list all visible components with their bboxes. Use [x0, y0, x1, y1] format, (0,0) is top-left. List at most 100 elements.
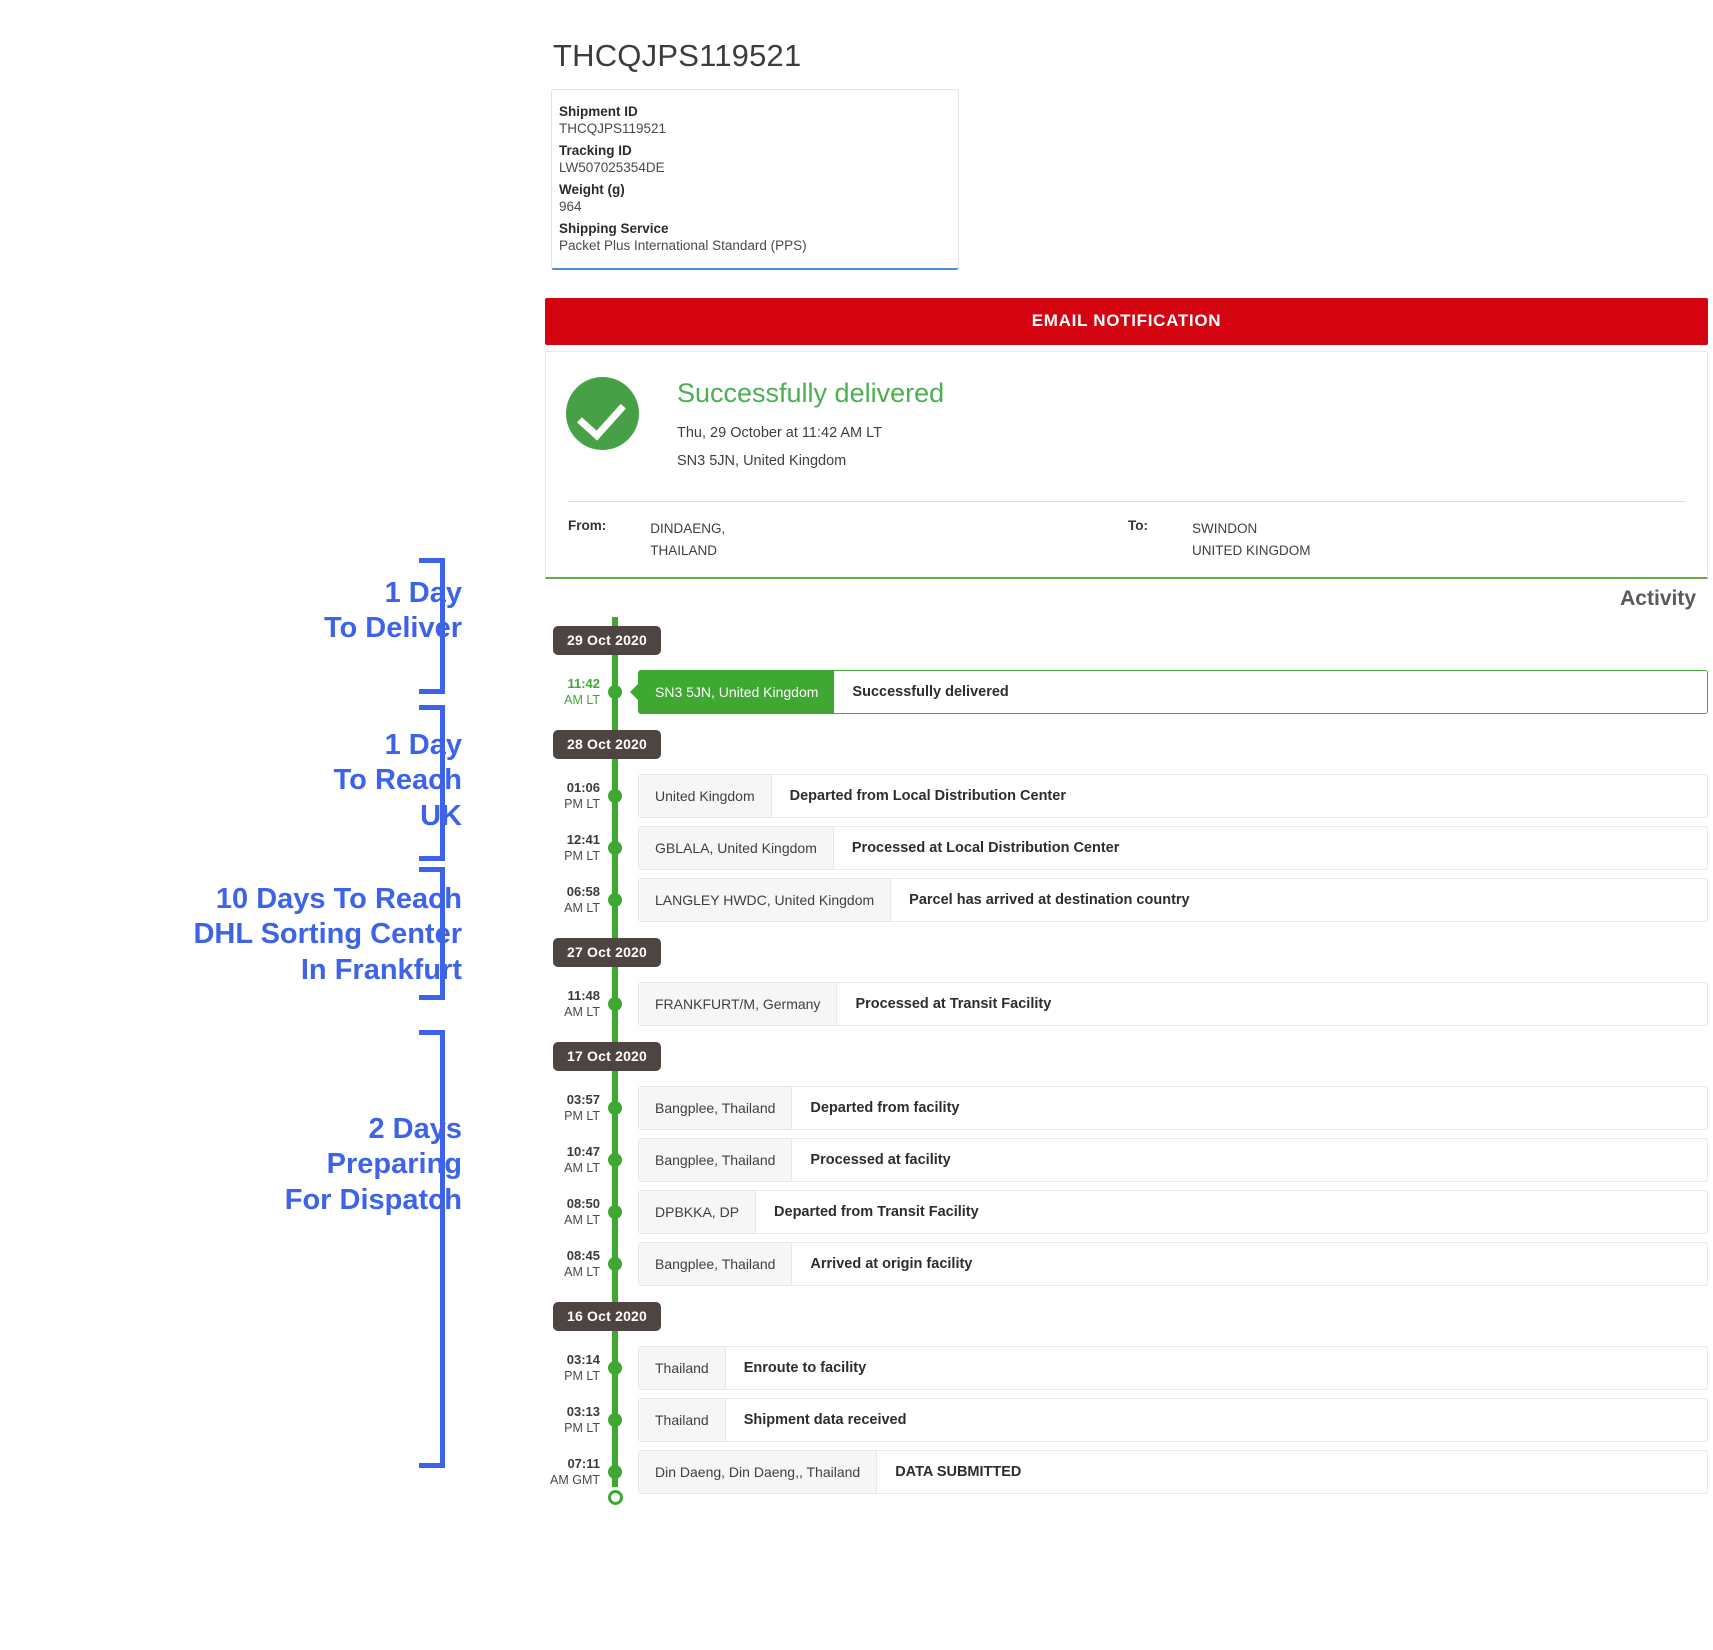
- event-location: SN3 5JN, United Kingdom: [629, 671, 835, 714]
- event-description: Processed at Transit Facility: [855, 996, 1052, 1013]
- event-time: 08:45 AM LT: [540, 1248, 612, 1281]
- timeline-dot-icon: [608, 877, 622, 923]
- status-headline: Successfully delivered: [677, 378, 945, 408]
- timeline-date-row: 28 Oct 2020: [540, 721, 1713, 767]
- event-time-value: 03:57: [566, 1091, 600, 1107]
- event-time-value: 11:48: [567, 987, 600, 1003]
- timeline-event-row[interactable]: 03:14 PM LT Thailand Enroute to facility: [540, 1345, 1713, 1391]
- timeline-date-row: 17 Oct 2020: [540, 1033, 1713, 1079]
- event-location: Din Daeng, Din Daeng,, Thailand: [639, 1451, 878, 1494]
- event-time: 11:42 AM LT: [540, 676, 612, 709]
- timeline-event-row[interactable]: 10:47 AM LT Bangplee, Thailand Processed at…: [540, 1137, 1713, 1183]
- annotation-bracket: [419, 1030, 445, 1468]
- to-address: SWINDON UNITED KINGDOM: [1192, 518, 1311, 561]
- event-time-value: 03:13: [566, 1403, 600, 1419]
- event-description: Arrived at origin facility: [810, 1256, 973, 1273]
- event-time-value: 06:58: [566, 883, 600, 899]
- activity-timeline: 29 Oct 2020 11:42 AM LT SN3 5JN, United Kin…: [540, 617, 1713, 1513]
- timeline-dot-icon: [608, 981, 622, 1027]
- check-circle-icon: [566, 377, 639, 450]
- date-chip: 17 Oct 2020: [553, 1041, 662, 1071]
- timeline-event-row[interactable]: 07:11 AM GMT Din Daeng, Din Daeng,, Thaila…: [540, 1449, 1713, 1495]
- annotation-bracket: [419, 867, 445, 1000]
- event-time: 03:57 PM LT: [540, 1092, 612, 1125]
- to-line-2: UNITED KINGDOM: [1192, 542, 1311, 558]
- event-time-meridiem: AM LT: [564, 1265, 600, 1279]
- event-description: Departed from facility: [810, 1100, 960, 1117]
- event-time: 06:58 AM LT: [540, 884, 612, 917]
- timeline-dot-icon: [608, 1397, 622, 1443]
- timeline-event-row[interactable]: 08:45 AM LT Bangplee, Thailand Arrived at o…: [540, 1241, 1713, 1287]
- timeline-dot-icon: [608, 669, 622, 715]
- timeline-dot-icon: [608, 1085, 622, 1131]
- info-value: Packet Plus International Standard (PPS): [559, 238, 807, 253]
- event-body: Thailand Shipment data received: [638, 1398, 1708, 1443]
- timeline-event-row[interactable]: 11:48 AM LT FRANKFURT/M, Germany Processed …: [540, 981, 1713, 1027]
- from-line-2: THAILAND: [650, 542, 718, 558]
- from-label: From:: [568, 518, 607, 533]
- delivery-status-card: Successfully delivered Thu, 29 October a…: [545, 351, 1708, 580]
- event-time-meridiem: AM LT: [564, 1005, 600, 1019]
- timeline-dot-icon: [608, 1189, 622, 1235]
- timeline-event-row[interactable]: 11:42 AM LT SN3 5JN, United Kingdom Success…: [540, 669, 1713, 715]
- timeline-event-row[interactable]: 08:50 AM LT DPBKKA, DP Departed from Transi…: [540, 1189, 1713, 1235]
- event-description: Enroute to facility: [743, 1360, 867, 1377]
- timeline-dot-icon: [608, 1449, 622, 1495]
- timeline-event-row[interactable]: 12:41 PM LT GBLALA, United Kingdom Processe…: [540, 825, 1713, 871]
- annotation-bracket: [419, 705, 445, 861]
- event-time-value: 08:45: [566, 1247, 600, 1263]
- date-chip: 29 Oct 2020: [553, 625, 662, 655]
- date-chip: 16 Oct 2020: [553, 1301, 662, 1331]
- event-location: Bangplee, Thailand: [639, 1139, 793, 1182]
- event-location: United Kingdom: [639, 775, 772, 818]
- event-location: LANGLEY HWDC, United Kingdom: [639, 879, 892, 922]
- timeline-event-row[interactable]: 01:06 PM LT United Kingdom Departed from Lo…: [540, 773, 1713, 819]
- event-body: FRANKFURT/M, Germany Processed at Transit…: [638, 982, 1708, 1027]
- annotation-column: 1 Day To Deliver 1 Day To Reach UK 10 Days…: [0, 0, 540, 1650]
- info-label: Tracking ID: [559, 143, 632, 158]
- timeline-event-row[interactable]: 06:58 AM LT LANGLEY HWDC, United Kingdom Pa…: [540, 877, 1713, 923]
- info-label: Weight (g): [559, 182, 625, 197]
- event-time-value: 08:50: [566, 1195, 600, 1211]
- event-location: Bangplee, Thailand: [639, 1243, 793, 1286]
- tracking-panel: THCQJPS119521 Shipment ID THCQJPS119521 Tr…: [540, 0, 1713, 1513]
- event-body: DPBKKA, DP Departed from Transit Facility: [638, 1190, 1708, 1235]
- event-time-value: 10:47: [566, 1143, 600, 1159]
- event-time-meridiem: AM LT: [564, 693, 600, 707]
- event-time-meridiem: AM GMT: [550, 1473, 600, 1487]
- timeline-dot-icon: [608, 1345, 622, 1391]
- timeline-event-row[interactable]: 03:13 PM LT Thailand Shipment data received: [540, 1397, 1713, 1443]
- page-title: THCQJPS119521: [553, 38, 802, 73]
- timeline-dot-icon: [608, 1241, 622, 1287]
- event-description: Processed at facility: [810, 1152, 951, 1169]
- event-body: Din Daeng, Din Daeng,, Thailand DATA SUBM…: [638, 1450, 1708, 1495]
- status-datetime: Thu, 29 October at 11:42 AM LT: [677, 425, 882, 441]
- event-body: GBLALA, United Kingdom Processed at Local…: [638, 826, 1708, 871]
- event-location: Bangplee, Thailand: [639, 1087, 793, 1130]
- info-value: THCQJPS119521: [559, 121, 667, 136]
- event-time-meridiem: AM LT: [564, 901, 600, 915]
- annotation-bracket: [419, 558, 445, 694]
- timeline-dot-icon: [608, 773, 622, 819]
- event-time-value: 01:06: [566, 779, 600, 795]
- timeline-date-row: 27 Oct 2020: [540, 929, 1713, 975]
- event-time-meridiem: AM LT: [564, 1213, 600, 1227]
- event-time: 12:41 PM LT: [540, 832, 612, 865]
- from-address: DINDAENG, THAILAND: [650, 518, 725, 561]
- event-time-meridiem: PM LT: [564, 797, 600, 811]
- email-notification-banner: EMAIL NOTIFICATION: [545, 298, 1708, 345]
- event-time: 08:50 AM LT: [540, 1196, 612, 1229]
- info-value: 964: [559, 199, 582, 214]
- event-body: United Kingdom Departed from Local Distri…: [638, 774, 1708, 819]
- shipment-info-box: Shipment ID THCQJPS119521 Tracking ID LW507…: [551, 89, 959, 270]
- event-location: GBLALA, United Kingdom: [639, 827, 834, 870]
- to-line-1: SWINDON: [1192, 521, 1258, 536]
- event-time: 07:11 AM GMT: [540, 1456, 612, 1489]
- event-time-meridiem: AM LT: [564, 1161, 600, 1175]
- event-time-meridiem: PM LT: [564, 1369, 600, 1383]
- timeline-date-row: 29 Oct 2020: [540, 617, 1713, 663]
- timeline-event-row[interactable]: 03:57 PM LT Bangplee, Thailand Departed fro…: [540, 1085, 1713, 1131]
- event-time-value: 12:41: [566, 831, 600, 847]
- event-body: SN3 5JN, United Kingdom Successfully deli…: [629, 670, 1708, 715]
- event-body: Thailand Enroute to facility: [638, 1346, 1708, 1391]
